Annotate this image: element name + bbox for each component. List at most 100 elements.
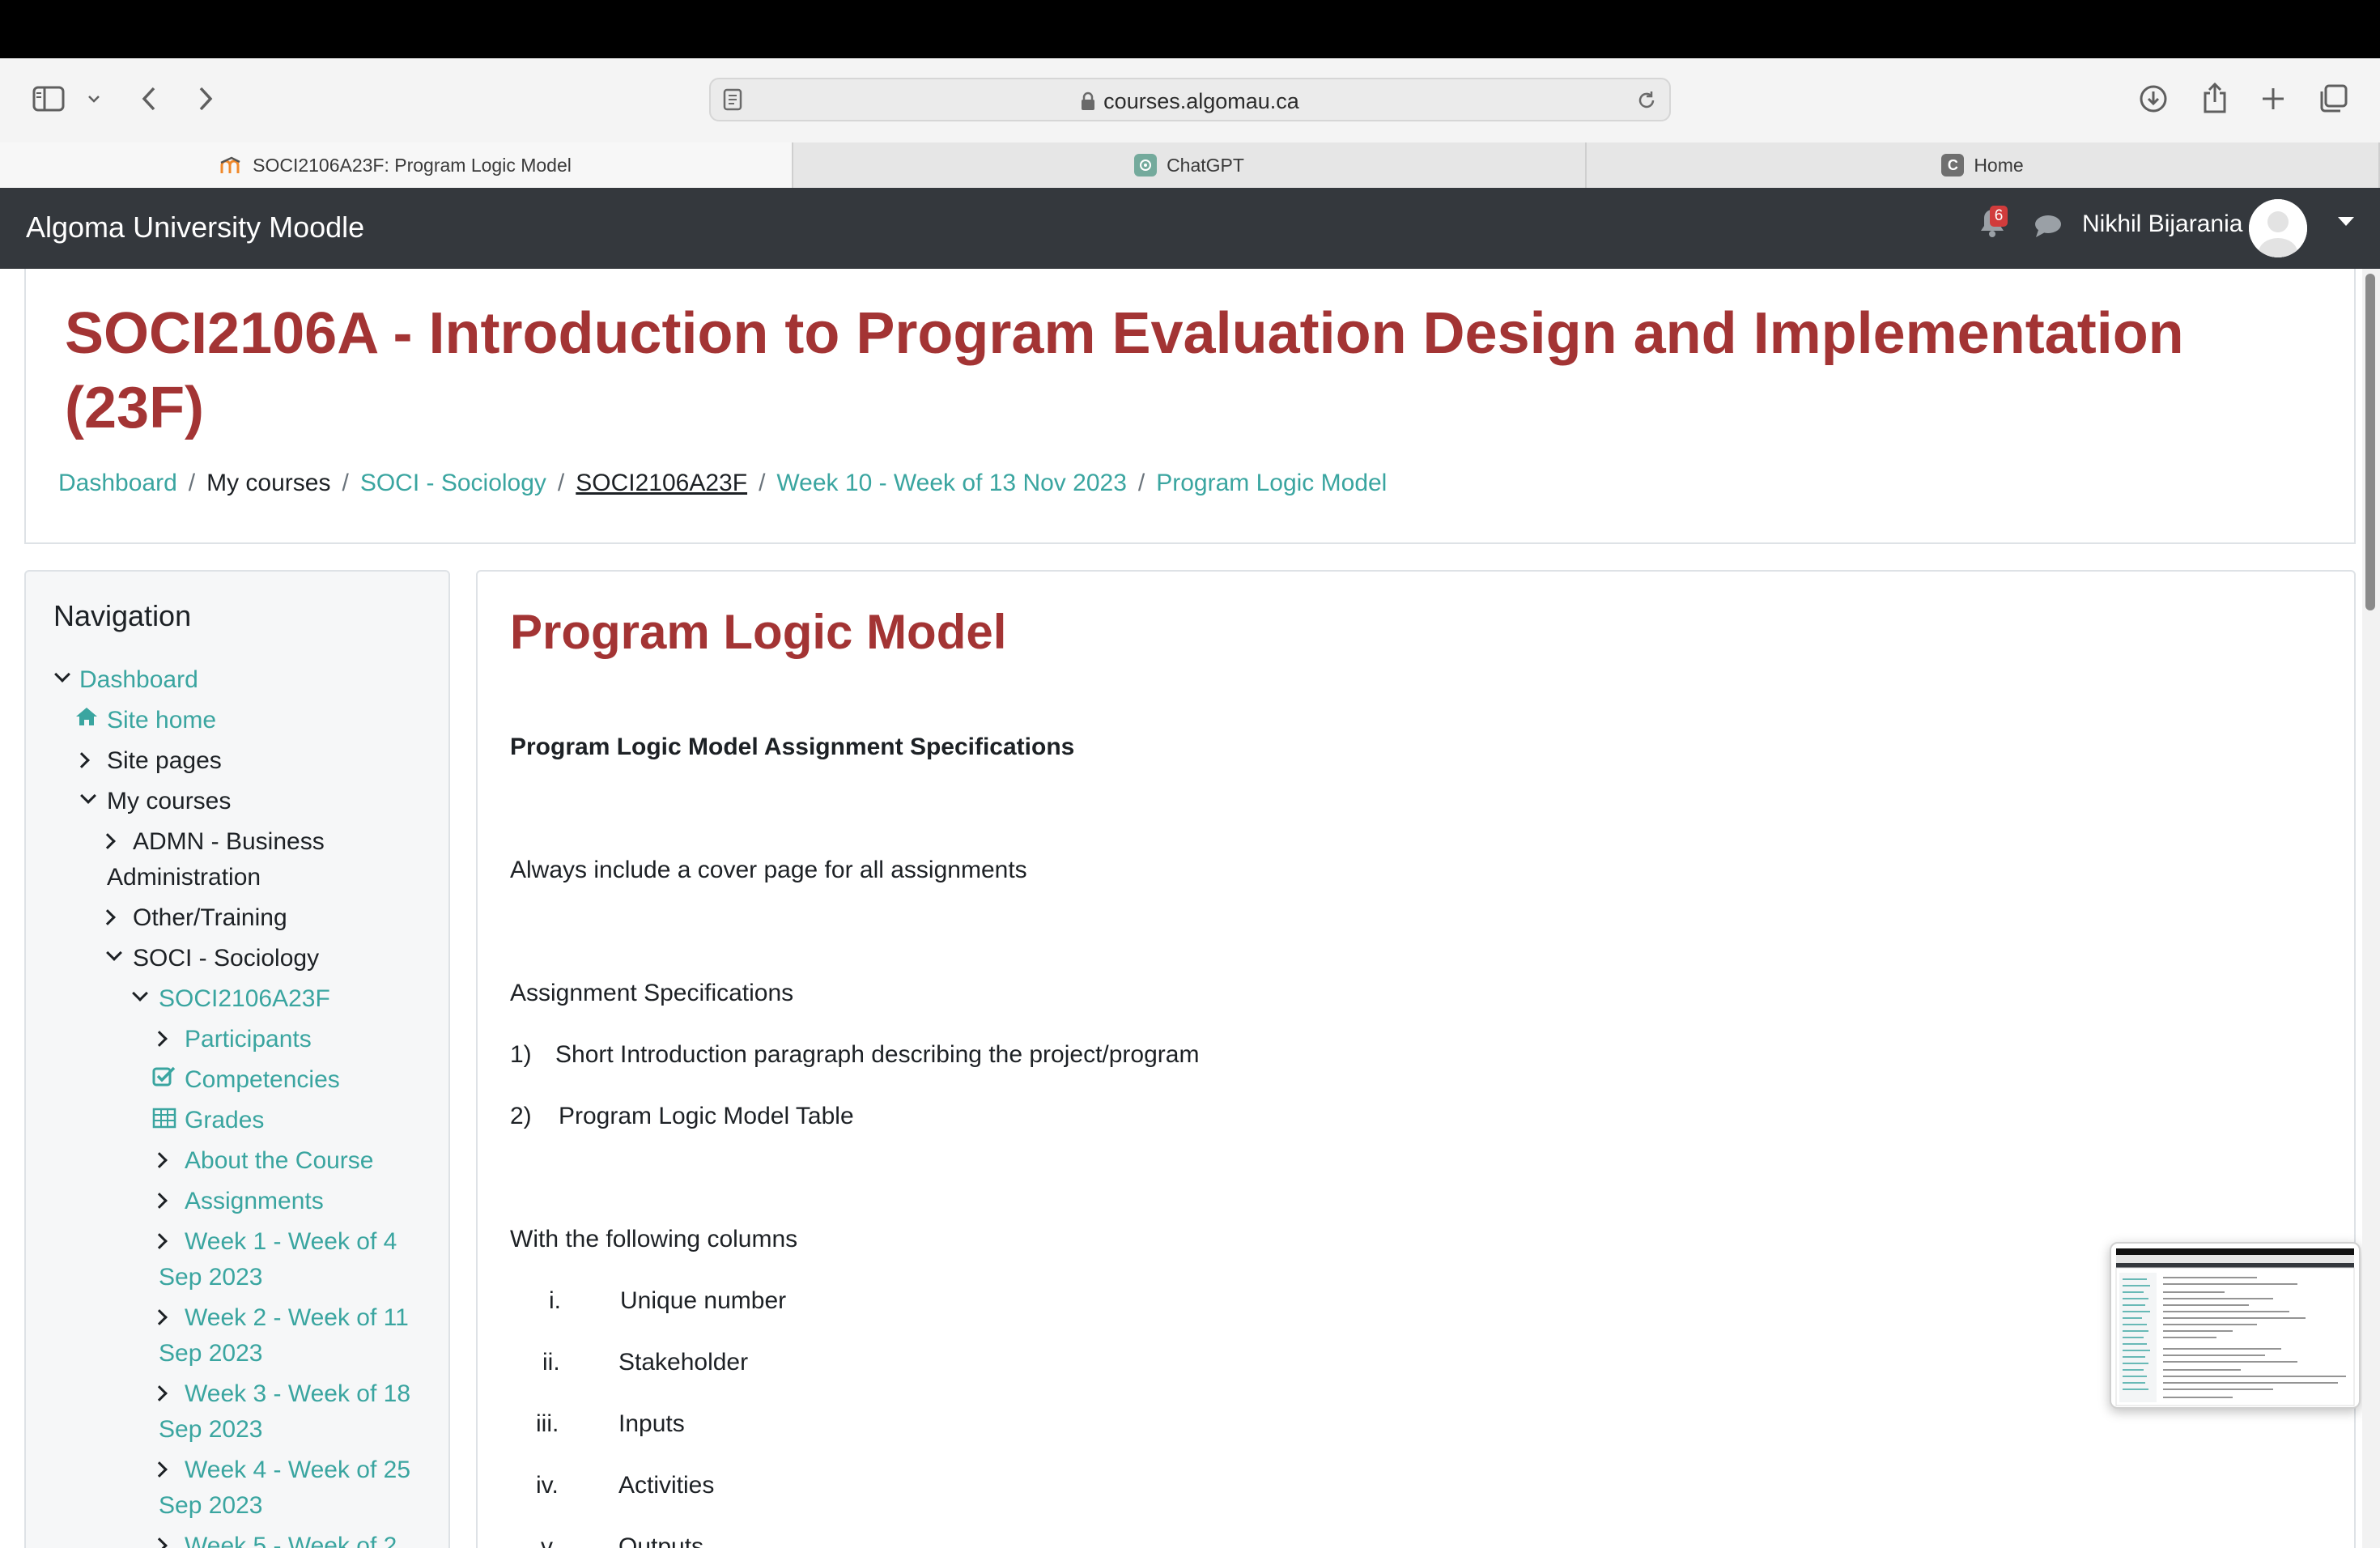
navigation-block: Navigation Dashboard Site home Site page… bbox=[24, 570, 450, 1548]
breadcrumb-program-logic-model[interactable]: Program Logic Model bbox=[1156, 470, 1387, 496]
navigation-title: Navigation bbox=[53, 599, 192, 632]
breadcrumb-week-10[interactable]: Week 10 - Week of 13 Nov 2023 bbox=[776, 470, 1126, 496]
user-menu-caret-icon[interactable] bbox=[2338, 217, 2354, 226]
column-item: Activities bbox=[618, 1472, 715, 1499]
column-num: iv. bbox=[536, 1472, 559, 1499]
sidebar-item-dashboard[interactable]: Dashboard bbox=[79, 662, 198, 698]
moodle-icon bbox=[220, 154, 243, 176]
new-tab-icon[interactable] bbox=[2257, 83, 2289, 115]
spec-item: 2) Program Logic Model Table bbox=[510, 1103, 854, 1129]
chevron-down-icon[interactable] bbox=[132, 985, 148, 1002]
avatar[interactable] bbox=[2249, 199, 2307, 257]
chevron-right-icon[interactable] bbox=[151, 1193, 168, 1209]
sidebar-item-admn[interactable]: ADMN - Business bbox=[133, 824, 325, 860]
tab-overview-icon[interactable] bbox=[2317, 83, 2349, 115]
column-item: Stakeholder bbox=[618, 1349, 749, 1376]
column-item: Unique number bbox=[620, 1287, 787, 1314]
home-icon bbox=[74, 706, 99, 731]
breadcrumb-my-courses: My courses bbox=[206, 470, 331, 496]
chevron-right-icon[interactable] bbox=[100, 833, 116, 849]
sidebar-item-week-3-cont[interactable]: Sep 2023 bbox=[159, 1412, 262, 1448]
back-icon[interactable] bbox=[134, 83, 164, 115]
course-title: SOCI2106A - Introduction to Program Eval… bbox=[65, 301, 2184, 440]
sidebar-item-my-courses[interactable]: My courses bbox=[107, 784, 231, 819]
column-num: v. bbox=[541, 1533, 559, 1548]
messages-icon[interactable] bbox=[2034, 214, 2063, 242]
grades-icon bbox=[152, 1108, 176, 1133]
browser-toolbar: courses.algomau.ca bbox=[0, 58, 2380, 142]
chevron-right-icon[interactable] bbox=[151, 1031, 168, 1047]
chevron-right-icon[interactable] bbox=[74, 752, 90, 768]
sidebar-item-other-training[interactable]: Other/Training bbox=[133, 900, 287, 936]
chevron-right-icon[interactable] bbox=[100, 909, 116, 925]
sidebar-item-week-3[interactable]: Week 3 - Week of 18 bbox=[185, 1376, 410, 1412]
sidebar-item-course[interactable]: SOCI2106A23F bbox=[159, 981, 330, 1017]
top-bar bbox=[0, 0, 2380, 58]
sidebar-item-participants[interactable]: Participants bbox=[185, 1022, 312, 1057]
chevron-down-icon[interactable] bbox=[84, 89, 104, 108]
chevron-right-icon[interactable] bbox=[151, 1537, 168, 1548]
moodle-navbar: Algoma University Moodle bbox=[0, 188, 2380, 269]
sidebar-item-week-1[interactable]: Week 1 - Week of 4 bbox=[185, 1224, 397, 1260]
sidebar-item-week-4[interactable]: Week 4 - Week of 25 bbox=[185, 1452, 410, 1488]
sidebar-item-site-home[interactable]: Site home bbox=[107, 703, 216, 738]
chevron-right-icon[interactable] bbox=[151, 1461, 168, 1478]
sidebar-item-assignments[interactable]: Assignments bbox=[185, 1184, 324, 1219]
sidebar-item-admn-cont[interactable]: Administration bbox=[107, 860, 261, 895]
tab-chatgpt[interactable]: ChatGPT bbox=[793, 142, 1587, 188]
tab-home[interactable]: C Home bbox=[1587, 142, 2380, 188]
chevron-down-icon[interactable] bbox=[80, 788, 96, 804]
chevron-right-icon[interactable] bbox=[151, 1385, 168, 1401]
column-num: iii. bbox=[536, 1410, 559, 1437]
share-icon[interactable] bbox=[2197, 79, 2233, 117]
chevron-right-icon[interactable] bbox=[151, 1309, 168, 1325]
user-name[interactable]: Nikhil Bijarania bbox=[2082, 211, 2242, 238]
sidebar-item-week-2[interactable]: Week 2 - Week of 11 bbox=[185, 1300, 409, 1336]
breadcrumb-sociology[interactable]: SOCI - Sociology bbox=[360, 470, 546, 496]
competencies-icon bbox=[152, 1065, 176, 1092]
sidebar-item-competencies[interactable]: Competencies bbox=[185, 1062, 340, 1098]
page-scrollbar[interactable] bbox=[2362, 269, 2380, 1548]
tab-label: ChatGPT bbox=[1167, 154, 1244, 176]
scrollbar-thumb[interactable] bbox=[2365, 274, 2375, 610]
tab-bar: SOCI2106A23F: Program Logic Model ChatGP… bbox=[0, 142, 2380, 188]
c-icon: C bbox=[1941, 154, 1965, 176]
site-brand[interactable]: Algoma University Moodle bbox=[26, 211, 364, 245]
column-item: Inputs bbox=[618, 1410, 685, 1437]
screenshot-thumbnail[interactable] bbox=[2110, 1242, 2361, 1409]
chevron-down-icon[interactable] bbox=[54, 666, 70, 683]
chevron-right-icon[interactable] bbox=[151, 1233, 168, 1249]
lock-icon bbox=[1081, 91, 1095, 117]
column-num: ii. bbox=[542, 1349, 560, 1376]
breadcrumb-dashboard[interactable]: Dashboard bbox=[58, 470, 177, 496]
page-header: SOCI2106A - Introduction to Program Eval… bbox=[24, 269, 2356, 544]
sidebar-item-week-1-cont[interactable]: Sep 2023 bbox=[159, 1260, 262, 1295]
forward-icon[interactable] bbox=[191, 83, 220, 115]
reload-icon[interactable] bbox=[1635, 89, 1658, 116]
tab-label: SOCI2106A23F: Program Logic Model bbox=[253, 154, 572, 176]
notification-badge: 6 bbox=[1990, 206, 2008, 227]
download-icon[interactable] bbox=[2136, 81, 2171, 117]
main-content: Program Logic Model Program Logic Model … bbox=[476, 570, 2356, 1548]
column-item: Outputs bbox=[618, 1533, 704, 1548]
tab-program-logic-model[interactable]: SOCI2106A23F: Program Logic Model bbox=[0, 142, 793, 188]
sidebar-item-week-5[interactable]: Week 5 - Week of 2 bbox=[185, 1529, 397, 1548]
sidebar-item-sociology[interactable]: SOCI - Sociology bbox=[133, 941, 319, 976]
chevron-down-icon[interactable] bbox=[106, 945, 122, 961]
sidebar-item-week-2-cont[interactable]: Sep 2023 bbox=[159, 1336, 262, 1372]
address-text: courses.algomau.ca bbox=[1103, 89, 1299, 113]
tab-label: Home bbox=[1974, 154, 2024, 176]
column-num: i. bbox=[549, 1287, 561, 1314]
cover-note: Always include a cover page for all assi… bbox=[510, 857, 1027, 883]
breadcrumb-course[interactable]: SOCI2106A23F bbox=[576, 470, 747, 496]
sidebar-item-about-course[interactable]: About the Course bbox=[185, 1143, 373, 1179]
sidebar-item-grades[interactable]: Grades bbox=[185, 1103, 264, 1138]
breadcrumb: Dashboard / My courses / SOCI - Sociology / SO… bbox=[58, 470, 1388, 496]
sidebar-toggle-icon[interactable] bbox=[29, 83, 68, 115]
sidebar-item-site-pages[interactable]: Site pages bbox=[107, 743, 222, 779]
sidebar-item-week-4-cont[interactable]: Sep 2023 bbox=[159, 1488, 262, 1524]
chatgpt-icon bbox=[1134, 154, 1158, 176]
address-bar[interactable]: courses.algomau.ca bbox=[709, 78, 1671, 121]
spec-item: 1) Short Introduction paragraph describin… bbox=[510, 1041, 1200, 1068]
chevron-right-icon[interactable] bbox=[151, 1152, 168, 1168]
